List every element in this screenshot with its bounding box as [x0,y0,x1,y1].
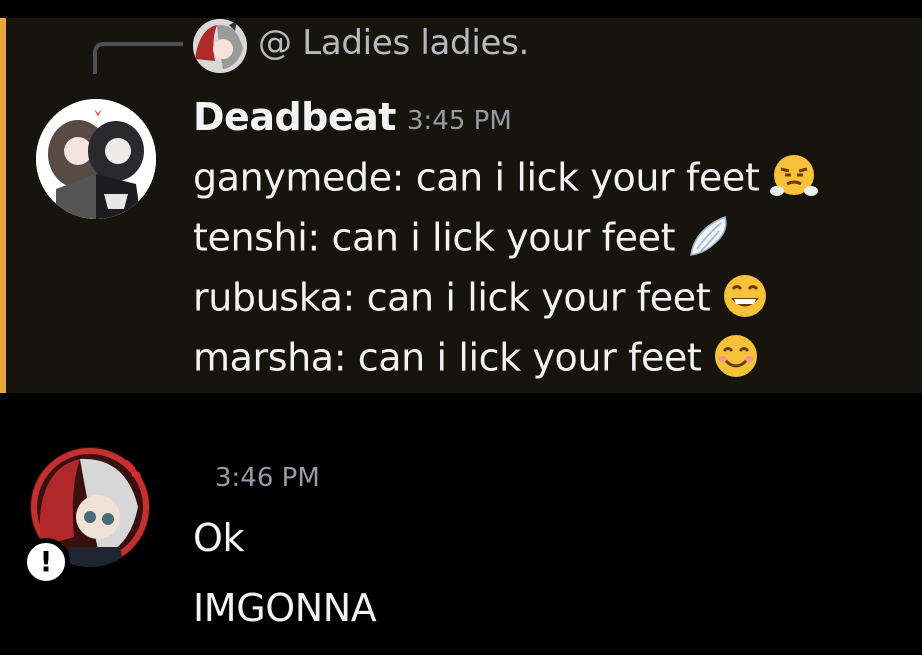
reply-preview-text: Ladies ladies. [302,23,530,63]
timestamp: 3:45 PM [407,106,512,136]
message-text: IMGONNA [193,586,377,630]
mention-symbol: @ [258,23,292,63]
wing-emoji-icon [685,211,735,261]
reply-preview[interactable]: @ Ladies ladies. [258,23,529,63]
message-text: marsha: can i lick your feet [193,335,702,380]
message-line: ganymede: can i lick your feet [193,155,819,205]
username[interactable]: Deadbeat [193,95,396,139]
message-text: ganymede: can i lick your feet [193,155,760,200]
timestamp: 3:46 PM [215,463,320,493]
reply-avatar[interactable] [193,19,247,73]
grinning-face-emoji-icon [720,271,770,321]
avatar[interactable] [36,99,156,219]
message-text: rubuska: can i lick your feet [193,275,711,320]
message-text: Ok [193,516,245,560]
top-strip [0,0,922,18]
message-line: tenshi: can i lick your feet [193,215,735,265]
steam-face-emoji-icon [769,151,819,201]
mention-highlight-bar [0,18,6,393]
status-badge: ! [22,538,70,586]
message-line: marsha: can i lick your feet [193,335,761,385]
smiling-face-emoji-icon [711,331,761,381]
message-line: rubuska: can i lick your feet [193,275,770,325]
reply-connector [93,42,183,74]
message-text: tenshi: can i lick your feet [193,215,676,260]
